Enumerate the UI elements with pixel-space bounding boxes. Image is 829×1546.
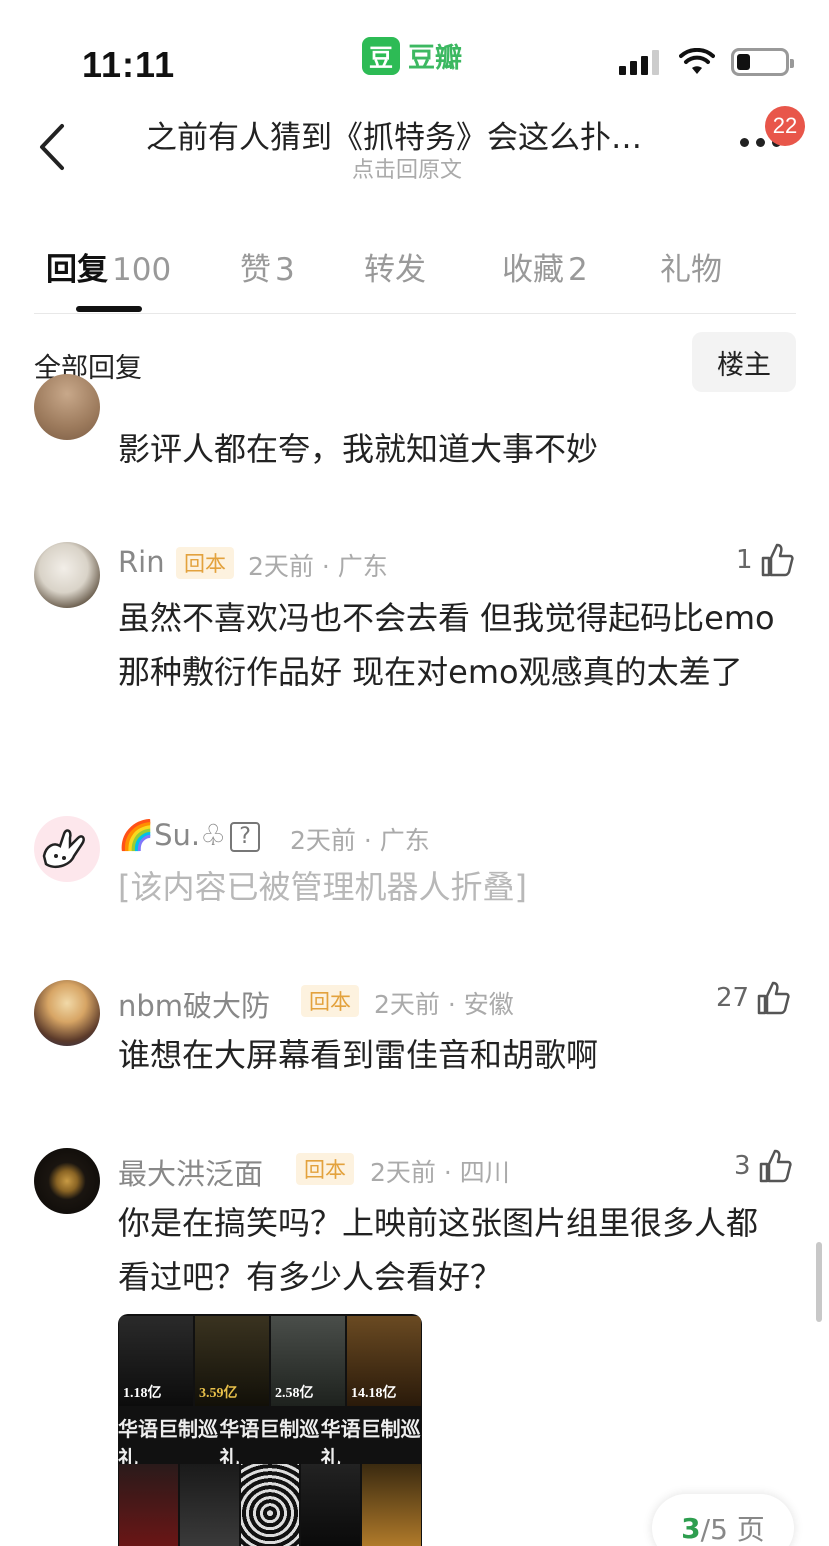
comment-meta: 2天前 · 四川	[370, 1158, 510, 1187]
notification-badge: 22	[765, 106, 805, 146]
comment-text: 你是在搞笑吗？上映前这张图片组里很多人都看过吧？有多少人会看好？	[118, 1204, 759, 1296]
battery-icon	[731, 48, 794, 76]
comment-text: 谁想在大屏幕看到雷佳音和胡歌啊	[118, 1036, 599, 1074]
like-button[interactable]: 1	[736, 542, 795, 578]
tab-likes[interactable]: 赞3	[240, 244, 295, 289]
comment-meta: 2天前 · 安徽	[374, 990, 514, 1019]
status-app-indicator: 豆 豆瓣	[362, 36, 462, 75]
author-badge: 回本	[301, 985, 359, 1017]
author-badge: 回本	[176, 547, 234, 579]
comment-image-poster-grid[interactable]: 1.18亿 3.59亿 2.58亿 14.18亿 华语巨制巡礼 华语巨制巡礼 华…	[118, 1314, 422, 1546]
like-count: 3	[734, 1151, 751, 1181]
avatar[interactable]	[34, 542, 100, 608]
unknown-badge-icon: ?	[230, 822, 261, 852]
tab-bar: 回复 100 赞3 转发 收藏 2 礼物	[0, 244, 829, 288]
app-name: 豆瓣	[408, 43, 462, 74]
page-indicator[interactable]: 3/5 页	[652, 1494, 794, 1546]
username[interactable]: 最大洪泛面	[118, 1151, 263, 1193]
tab-reshares[interactable]: 转发	[364, 244, 426, 289]
op-only-filter-button[interactable]: 楼主	[692, 332, 796, 392]
back-to-original-link[interactable]: 点击回原文	[352, 152, 462, 184]
like-count: 1	[736, 545, 753, 575]
username[interactable]: nbm破大防	[118, 983, 270, 1025]
divider	[34, 313, 796, 314]
comment-meta: 2天前 · 广东	[248, 552, 388, 581]
thumbs-up-icon	[757, 981, 790, 1015]
like-button[interactable]: 27	[716, 980, 791, 1016]
thumbs-up-icon	[761, 543, 794, 577]
comment-text: 影评人都在夸，我就知道大事不妙	[118, 430, 599, 468]
avatar[interactable]	[34, 816, 100, 882]
active-tab-indicator	[76, 306, 142, 312]
username[interactable]: 🌈Su.♧?	[118, 818, 261, 853]
current-page: 3	[681, 1511, 701, 1545]
avatar[interactable]	[34, 1148, 100, 1214]
thumbs-up-icon	[759, 1149, 792, 1183]
folded-comment-text[interactable]: [该内容已被管理机器人折叠]	[118, 860, 798, 914]
author-badge: 回本	[296, 1153, 354, 1185]
tab-replies[interactable]: 回复 100	[46, 244, 171, 289]
cellular-signal-icon	[619, 49, 663, 75]
comment-meta: 2天前 · 广东	[290, 826, 430, 855]
avatar[interactable]	[34, 374, 100, 440]
like-count: 27	[716, 983, 750, 1013]
wifi-icon	[679, 48, 715, 74]
username[interactable]: Rin	[118, 545, 165, 579]
douban-logo-icon: 豆	[362, 36, 400, 75]
tab-collections[interactable]: 收藏 2	[502, 244, 588, 289]
avatar[interactable]	[34, 980, 100, 1046]
status-icons	[619, 48, 794, 76]
status-time: 11:11	[82, 44, 176, 85]
scrollbar[interactable]	[816, 1242, 822, 1322]
like-button[interactable]: 3	[734, 1148, 793, 1184]
post-title[interactable]: 之前有人猜到《抓特务》会这么扑…	[146, 112, 642, 157]
tab-gifts[interactable]: 礼物	[660, 244, 722, 289]
comment-text: 虽然不喜欢冯也不会去看 但我觉得起码比emo那种敷衍作品好 现在对emo观感真的…	[118, 599, 775, 691]
back-arrow-icon[interactable]	[34, 122, 74, 172]
total-pages: /5 页	[700, 1513, 765, 1546]
